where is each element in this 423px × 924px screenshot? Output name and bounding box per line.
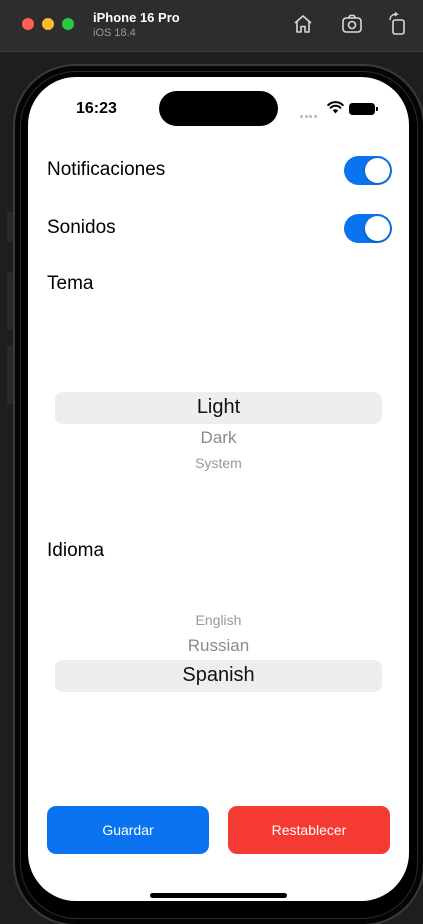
- theme-label: Tema: [47, 273, 94, 294]
- language-option-english[interactable]: English: [55, 612, 382, 628]
- status-time: 16:23: [76, 100, 117, 117]
- theme-option-dark[interactable]: Dark: [55, 428, 382, 448]
- home-icon[interactable]: [291, 12, 315, 36]
- simulator-device-name: iPhone 16 Pro: [93, 10, 180, 25]
- battery-icon: [349, 103, 378, 115]
- sounds-label: Sonidos: [47, 217, 116, 238]
- zoom-window-button[interactable]: [62, 18, 74, 30]
- theme-option-light[interactable]: Light: [55, 396, 382, 419]
- cellular-icon: [300, 105, 318, 123]
- wifi-icon: [327, 101, 344, 114]
- save-button[interactable]: Guardar: [47, 806, 209, 854]
- language-label: Idioma: [47, 540, 105, 561]
- app-screen: 16:23 Notificaciones Sonidos Tema Light …: [28, 77, 409, 901]
- notifications-label: Notificaciones: [47, 159, 166, 180]
- volume-up-button: [7, 272, 13, 330]
- simulator-os-version: iOS 18.4: [93, 27, 136, 39]
- home-indicator[interactable]: [150, 893, 287, 898]
- volume-down-button: [7, 346, 13, 404]
- theme-option-system[interactable]: System: [55, 455, 382, 471]
- dynamic-island: [159, 91, 278, 126]
- notifications-toggle[interactable]: [344, 156, 392, 185]
- close-window-button[interactable]: [22, 18, 34, 30]
- reset-button[interactable]: Restablecer: [228, 806, 390, 854]
- simulator-titlebar: iPhone 16 Pro iOS 18.4: [0, 0, 423, 52]
- rotate-icon[interactable]: [386, 12, 410, 36]
- language-option-russian[interactable]: Russian: [55, 636, 382, 656]
- toggle-knob: [365, 216, 390, 241]
- screenshot-icon[interactable]: [340, 12, 364, 36]
- toggle-knob: [365, 158, 390, 183]
- action-button: [7, 212, 13, 242]
- language-option-spanish[interactable]: Spanish: [55, 664, 382, 687]
- sounds-toggle[interactable]: [344, 214, 392, 243]
- minimize-window-button[interactable]: [42, 18, 54, 30]
